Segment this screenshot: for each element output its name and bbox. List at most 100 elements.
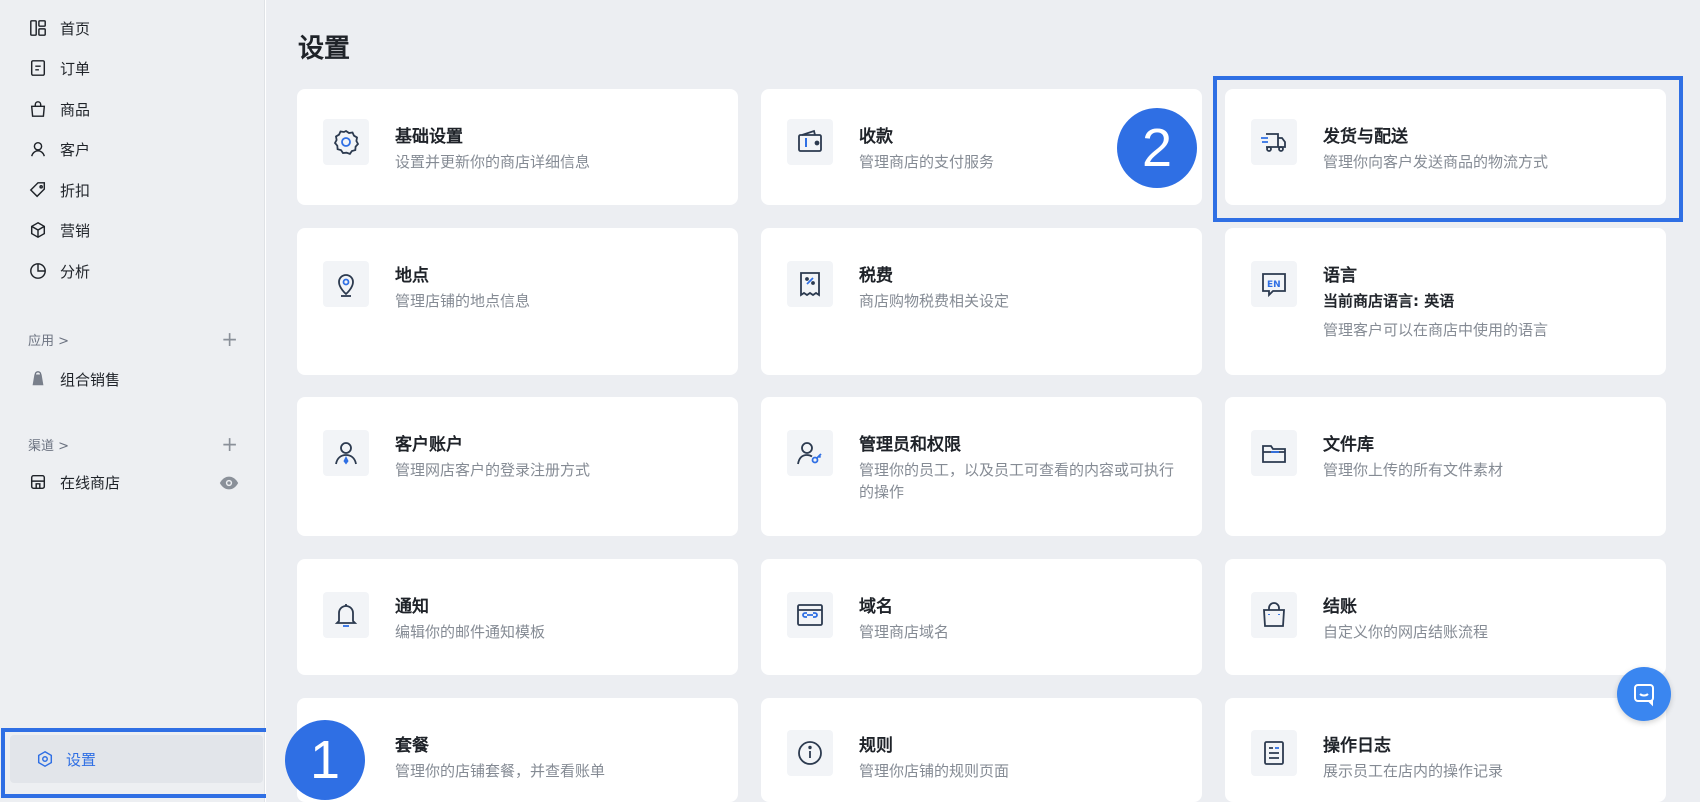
sidebar-item-label: 组合销售 [60,370,121,389]
sidebar-item-analytics[interactable]: 分析 [28,255,90,287]
card-title: 地点 [395,266,429,286]
card-description: 商店购物税费相关设定 [859,292,1010,310]
bell-icon [323,592,369,638]
gear-icon [323,119,369,165]
settings-card-payments[interactable]: 收款 管理商店的支付服务 [761,89,1202,205]
sidebar-item-label: 订单 [60,59,91,78]
sidebar-item-online-store[interactable]: 在线商店 [28,466,120,498]
card-description: 管理店铺的地点信息 [395,292,531,310]
channels-section-header: 渠道 > + [28,432,238,456]
pie-chart-icon [28,261,48,281]
settings-card-domains[interactable]: 域名 管理商店域名 [761,559,1202,675]
card-title: 发货与配送 [1323,127,1408,147]
card-title: 管理员和权限 [859,435,961,455]
card-description: 编辑你的邮件通知模板 [395,623,546,641]
sidebar-item-settings[interactable]: 设置 [10,735,263,783]
sidebar-item-orders[interactable]: 订单 [28,52,90,84]
card-title: 税费 [859,266,893,286]
settings-card-policies[interactable]: 规则 管理你店铺的规则页面 [761,698,1202,802]
sidebar-item-label: 折扣 [60,181,91,200]
delivery-truck-icon [1251,119,1297,165]
settings-card-customer-accounts[interactable]: 客户账户 管理网店客户的登录注册方式 [297,397,738,536]
eye-icon[interactable] [218,472,240,494]
folder-icon [1251,430,1297,476]
chat-icon [1634,684,1654,707]
sidebar-item-discounts[interactable]: 折扣 [28,174,90,206]
sidebar-item-label: 商品 [60,100,91,119]
add-channel-button[interactable]: + [221,434,238,454]
layers-icon [28,369,48,389]
page-title: 设置 [298,34,351,64]
sidebar-item-bundle-sales[interactable]: 组合销售 [28,363,120,395]
info-icon [787,730,833,776]
dashboard-icon [28,18,48,38]
sidebar-item-label: 首页 [60,19,91,38]
card-description: 管理你店铺的规则页面 [859,762,1010,780]
settings-card-notifications[interactable]: 通知 编辑你的邮件通知模板 [297,559,738,675]
sidebar-item-label: 设置 [66,750,97,769]
receipt-icon [787,261,833,307]
settings-card-taxes[interactable]: 税费 商店购物税费相关设定 [761,228,1202,375]
settings-card-shipping[interactable]: 发货与配送 管理你向客户发送商品的物流方式 [1225,89,1666,205]
settings-card-basic[interactable]: 基础设置 设置并更新你的商店详细信息 [297,89,738,205]
settings-card-activity-log[interactable]: 操作日志 展示员工在店内的操作记录 [1225,698,1666,802]
apps-heading[interactable]: 应用 > [28,330,69,349]
card-description: 管理你向客户发送商品的物流方式 [1323,153,1549,171]
settings-hex-icon [37,750,53,768]
user-icon [28,139,48,159]
svg-text:EN: EN [1267,280,1281,290]
sidebar-item-products[interactable]: 商品 [28,93,90,125]
card-title: 收款 [859,127,893,147]
settings-card-checkout[interactable]: 结账 自定义你的网店结账流程 [1225,559,1666,675]
chat-support-button[interactable] [1617,667,1671,721]
card-description: 管理你上传的所有文件素材 [1323,461,1504,479]
settings-card-file-library[interactable]: 文件库 管理你上传的所有文件素材 [1225,397,1666,536]
browser-link-icon [787,592,833,638]
card-description: 设置并更新你的商店详细信息 [395,153,591,171]
customer-account-icon [323,430,369,476]
tag-icon [28,180,48,200]
card-title: 文件库 [1323,435,1374,455]
apps-section-header: 应用 > + [28,327,238,351]
sidebar: 首页 订单 商品 客户 折扣 营销 分析 应用 > + 组合销售 渠道 > + … [0,0,265,802]
current-language: 当前商店语言: 英语 [1323,292,1455,310]
sidebar-item-label: 客户 [60,140,91,159]
card-description: 管理你的店铺套餐，并查看账单 [395,762,606,780]
order-icon [28,58,48,78]
card-title: 基础设置 [395,127,463,147]
card-description: 管理商店域名 [859,623,950,641]
settings-card-plan[interactable]: 套餐 管理你的店铺套餐，并查看账单 [297,698,738,802]
card-description: 管理商店的支付服务 [859,153,995,171]
wallet-icon [787,119,833,165]
bag-icon [28,99,48,119]
channels-heading[interactable]: 渠道 > [28,435,69,454]
sidebar-item-label: 分析 [60,262,91,281]
settings-card-language[interactable]: EN 语言 当前商店语言: 英语 管理客户可以在商店中使用的语言 [1225,228,1666,375]
card-description: 管理网店客户的登录注册方式 [395,461,591,479]
card-title: 套餐 [395,736,429,756]
sidebar-item-home[interactable]: 首页 [28,12,90,44]
settings-card-locations[interactable]: 地点 管理店铺的地点信息 [297,228,738,375]
card-title: 客户账户 [395,435,463,455]
log-document-icon [1251,730,1297,776]
card-title: 操作日志 [1323,736,1391,756]
sidebar-item-label: 在线商店 [60,473,121,492]
card-title: 语言 [1323,266,1357,286]
sidebar-item-marketing[interactable]: 营销 [28,214,90,246]
card-description: 自定义你的网店结账流程 [1323,623,1489,641]
cube-icon [28,220,48,240]
card-title: 规则 [859,736,893,756]
location-pin-icon [323,261,369,307]
card-description: 展示员工在店内的操作记录 [1323,762,1504,780]
card-title: 域名 [859,597,893,617]
card-title: 结账 [1323,597,1357,617]
settings-card-admins-permissions[interactable]: 管理员和权限 管理你的员工，以及员工可查看的内容或可执行的操作 [761,397,1202,536]
card-description: 管理你的员工，以及员工可查看的内容或可执行的操作 [859,461,1175,501]
language-en-icon: EN [1251,261,1297,307]
sidebar-item-customers[interactable]: 客户 [28,133,90,165]
shopping-bag-icon [1251,592,1297,638]
user-key-icon [787,430,833,476]
add-app-button[interactable]: + [221,329,238,349]
store-icon [28,472,48,492]
card-description: 管理客户可以在商店中使用的语言 [1323,321,1549,339]
